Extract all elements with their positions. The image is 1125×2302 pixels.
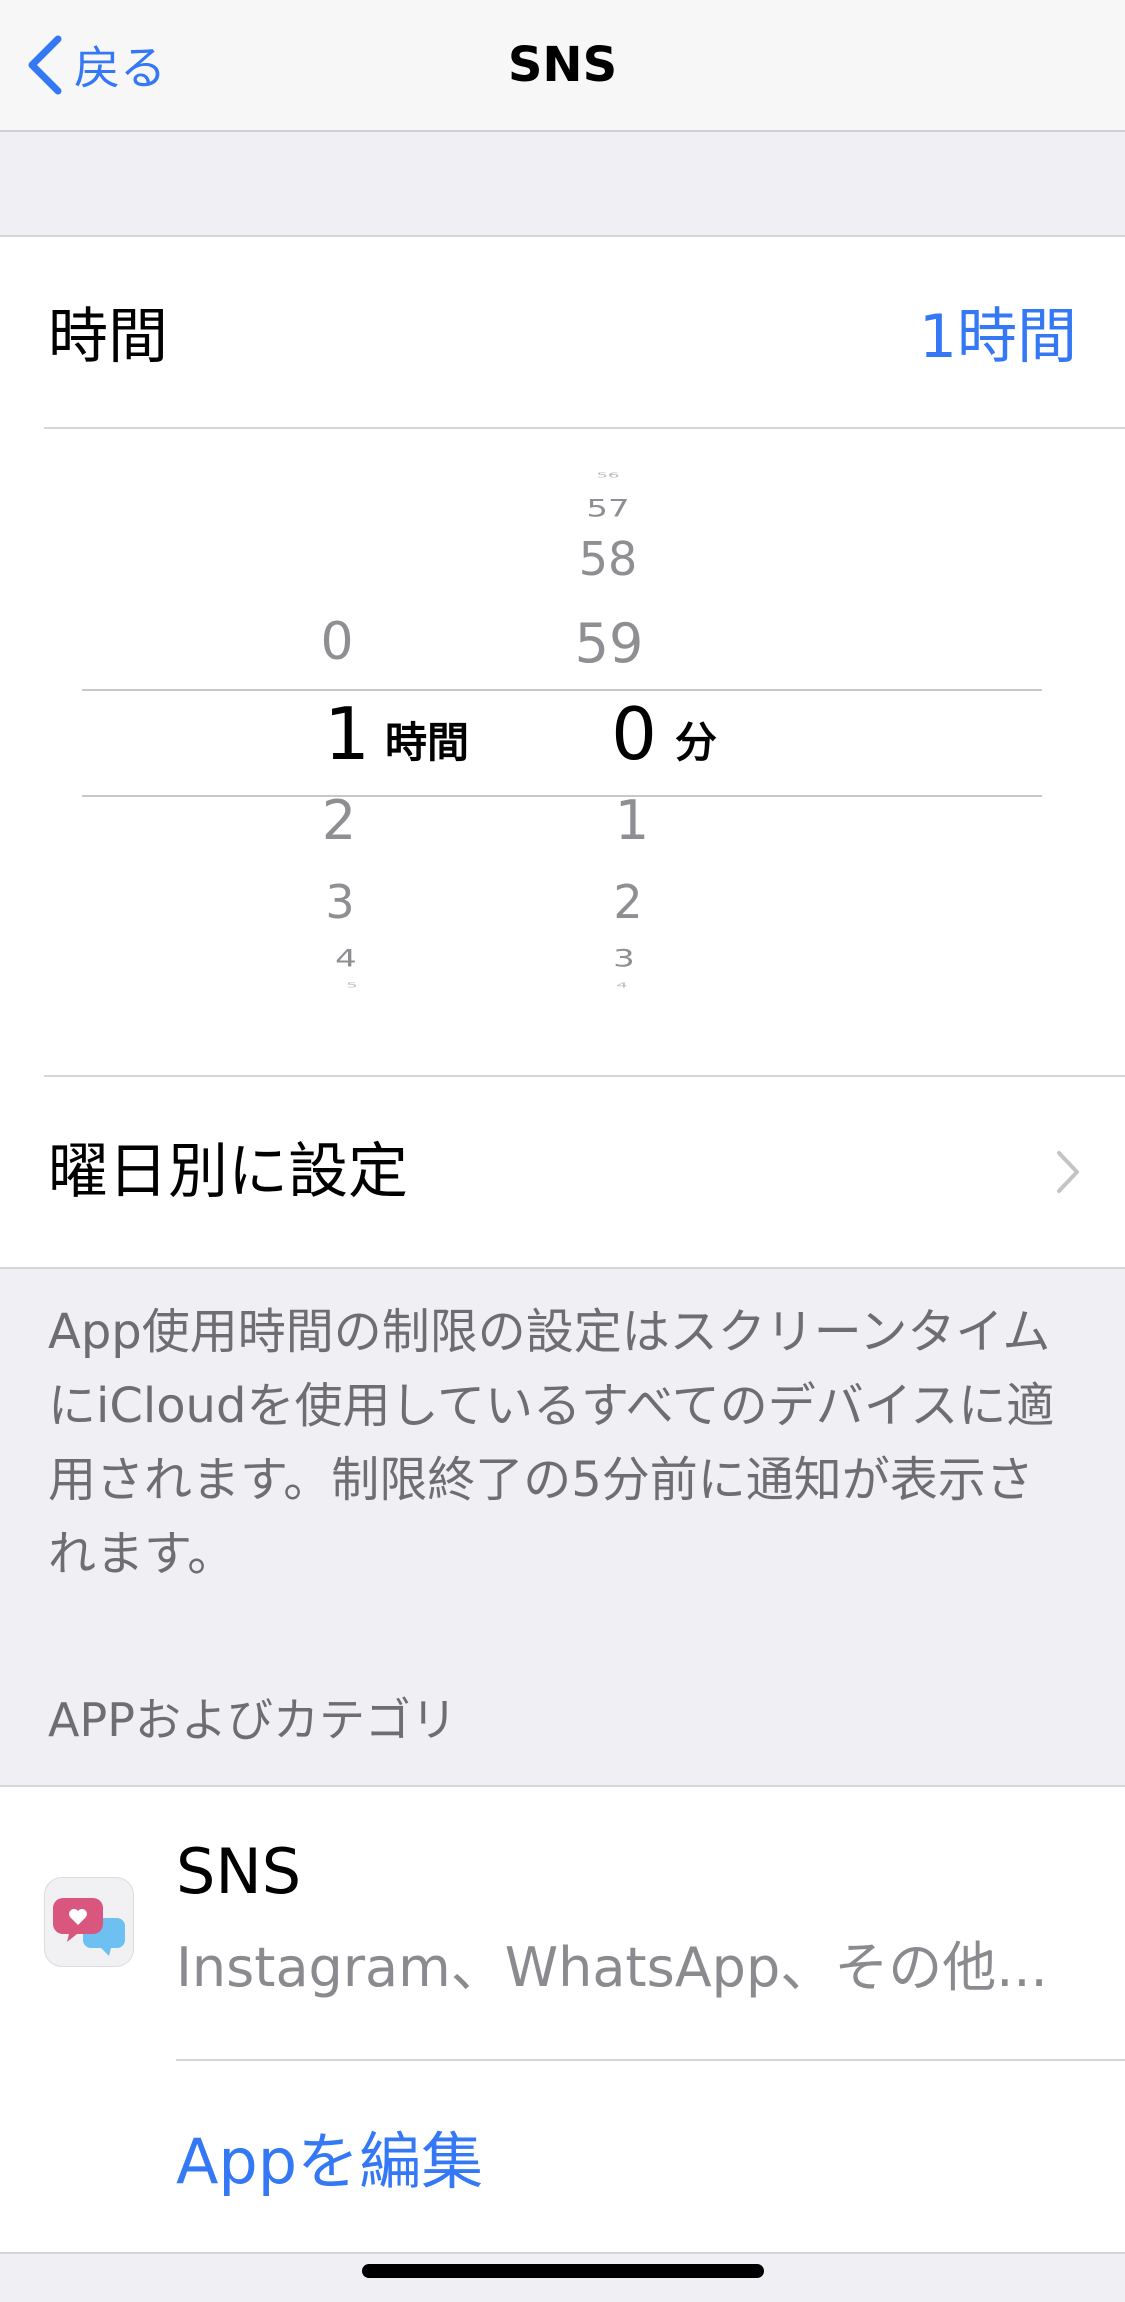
hours-picker-selected[interactable]: 1 [324, 692, 370, 776]
picker-selection-bottom-line [82, 795, 1042, 797]
hours-picker-option[interactable]: 5 [346, 981, 357, 989]
minutes-unit-label: 分 [675, 718, 718, 767]
minutes-picker-option[interactable]: 56 [597, 471, 620, 479]
time-picker[interactable]: 0 1 時間 2 3 4 5 56 57 58 59 0 分 1 2 3 4 [0, 427, 1125, 1047]
hours-picker-option[interactable]: 0 [320, 612, 353, 672]
time-row-label: 時間 [48, 302, 168, 372]
edit-apps-button[interactable]: Appを編集 [176, 2117, 483, 2207]
time-limit-section: 時間 1時間 0 1 時間 2 3 4 5 56 57 58 59 0 分 1 … [0, 235, 1125, 1269]
minutes-picker-option[interactable]: 3 [613, 945, 635, 973]
chevron-right-icon [1057, 1151, 1079, 1193]
navigation-bar: 戻る SNS [0, 0, 1125, 132]
separator [176, 2059, 1125, 2061]
set-by-weekday-row[interactable]: 曜日別に設定 [0, 1077, 1125, 1267]
set-by-weekday-label: 曜日別に設定 [48, 1137, 408, 1207]
page-title: SNS [507, 37, 618, 93]
hours-picker-option[interactable]: 3 [325, 875, 354, 929]
hours-unit-label: 時間 [385, 718, 470, 767]
picker-selection-top-line [82, 689, 1042, 691]
app-category-title: SNS [176, 1835, 302, 1908]
minutes-picker-option[interactable]: 57 [586, 495, 629, 523]
hours-picker-option[interactable]: 4 [335, 945, 357, 973]
minutes-picker-option[interactable]: 4 [616, 981, 627, 989]
social-chat-heart-icon [44, 1877, 134, 1967]
home-indicator [362, 2264, 764, 2278]
apps-section-header: APPおよびカテゴリ [48, 1693, 457, 1747]
time-row-value[interactable]: 1時間 [919, 297, 1077, 377]
minutes-picker-option[interactable]: 2 [613, 875, 642, 929]
minutes-picker-selected[interactable]: 0 [611, 692, 657, 776]
apps-section: SNS Instagram、WhatsApp、その他... Appを編集 [0, 1785, 1125, 2254]
app-category-subtitle: Instagram、WhatsApp、その他... [176, 1936, 1048, 1999]
minutes-picker-option[interactable]: 59 [575, 612, 644, 675]
minutes-picker-option[interactable]: 1 [615, 789, 649, 852]
hours-picker-option[interactable]: 2 [322, 789, 356, 852]
minutes-picker-option[interactable]: 58 [579, 532, 638, 586]
limit-footnote: App使用時間の制限の設定はスクリーンタイムにiCloudを使用しているすべての… [48, 1304, 1055, 1582]
